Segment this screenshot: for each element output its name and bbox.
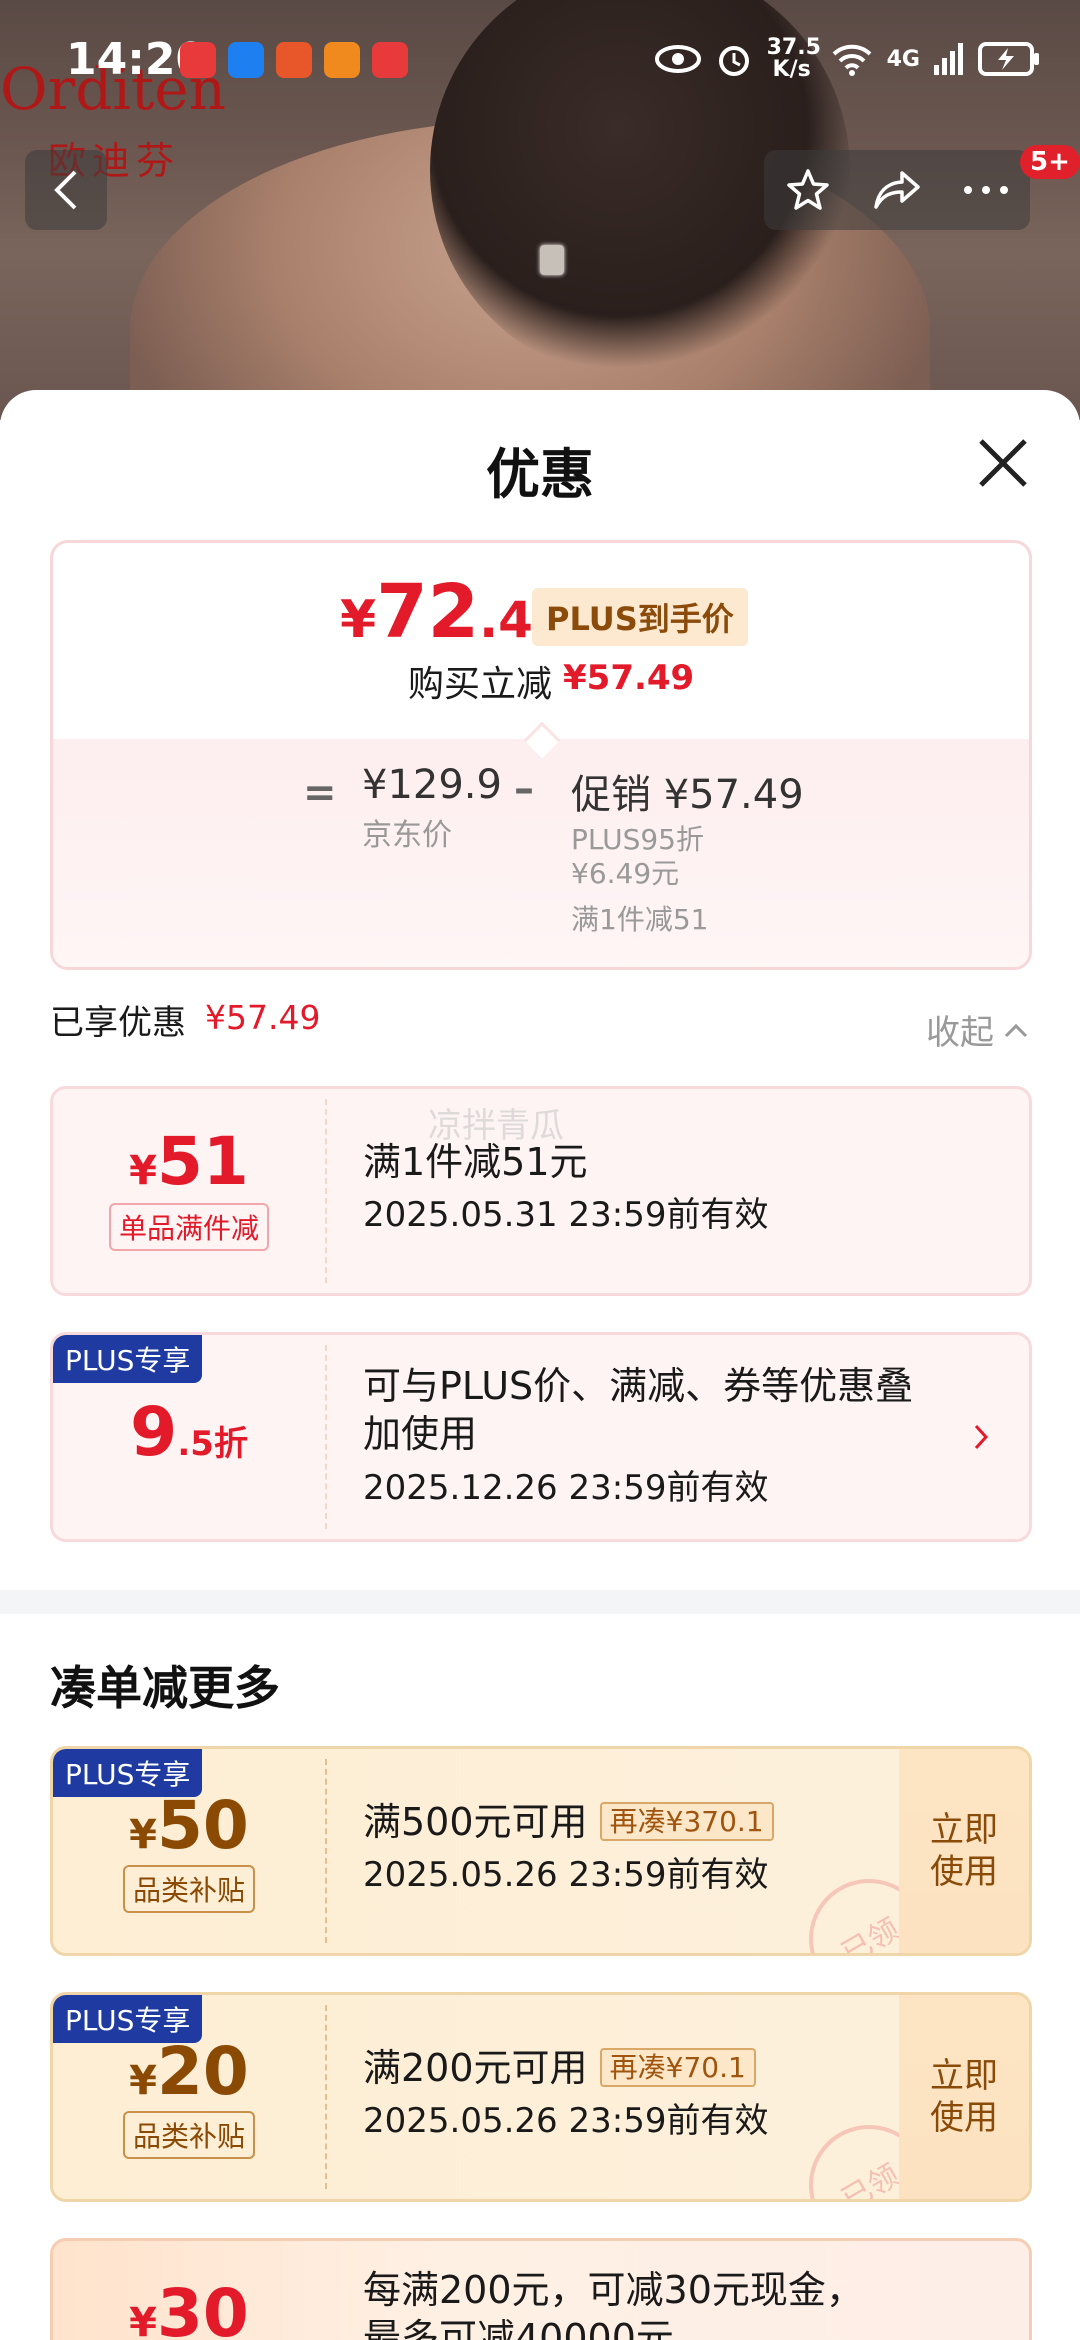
plus-price-tag: PLUS到手价 (532, 588, 748, 646)
promo-value: 促销 ¥57.49 (571, 772, 804, 818)
cash-coupon-card: ¥30 每满200元，可减30元现金， 最多可减40000元 (50, 2238, 1032, 2340)
huawei-mall-icon (372, 42, 408, 78)
battery-charging-icon (978, 42, 1039, 76)
coupon-category-tag: 品类补贴 (122, 2111, 255, 2159)
eye-icon (654, 45, 701, 73)
notification-badge: 5+ (1020, 145, 1080, 179)
alarm-icon (718, 46, 749, 76)
subsidy-coupon-card: PLUS专享 ¥20 品类补贴 满200元可用 再凑¥70.1 2025.05.… (50, 1992, 1032, 2202)
enjoyed-discount-label: 已享优惠 (50, 1003, 186, 1043)
top-action-group (764, 150, 1030, 230)
coupon-date: 2025.12.26 23:59前有效 (363, 1468, 769, 1508)
minus-sign: – (514, 766, 534, 812)
enjoyed-discount-value: ¥57.49 (205, 998, 321, 1037)
chevron-up-icon (1004, 1023, 1028, 1037)
coupon-date: 2025.05.31 23:59前有效 (363, 1194, 769, 1235)
promo-full-reduction: 满1件减51 (571, 903, 709, 936)
coupon-title: 满500元可用 (363, 1800, 588, 1844)
use-now-button[interactable]: 立即使用 (899, 1995, 1029, 2199)
coupon-amount: ¥50 (129, 1787, 249, 1864)
remaining-amount-tag: 再凑¥70.1 (599, 2048, 756, 2087)
coupon-date: 2025.05.26 23:59前有效 (363, 1854, 769, 1895)
promo-plus-amount: ¥6.49元 (571, 857, 680, 890)
back-button[interactable] (25, 150, 107, 230)
sheet-title: 优惠 (486, 443, 594, 506)
coupon-date: 2025.05.26 23:59前有效 (363, 2100, 769, 2141)
coupon-title: 可与PLUS价、满减、券等优惠叠加使用 (363, 1364, 914, 1456)
collapse-label: 收起 (926, 1013, 994, 1053)
wifi-icon (832, 44, 872, 76)
manga-app-icon (276, 42, 312, 78)
signal-label: 4G (886, 46, 920, 72)
chevron-left-icon (54, 170, 77, 210)
status-bar: 14:20 37.5 K/s 4G (0, 0, 1080, 120)
coupon-amount: ¥30 (129, 2275, 249, 2340)
remaining-amount-tag: 再凑¥370.1 (599, 1802, 774, 1841)
use-now-button[interactable]: 立即使用 (899, 1749, 1029, 1953)
coupon-category-tag: 单品满件减 (108, 1203, 269, 1251)
share-icon[interactable] (872, 169, 922, 211)
coupon-title: 满200元可用 (363, 2046, 588, 2090)
coupon-amount: ¥51 (129, 1123, 249, 1200)
coupon-title: 每满200元，可减30元现金， (363, 2268, 864, 2312)
close-icon (979, 439, 1027, 487)
subsidy-coupon-card: PLUS专享 ¥50 品类补贴 满500元可用 再凑¥370.1 2025.05… (50, 1746, 1032, 1956)
jd-price: ¥129.9 (362, 762, 502, 808)
section-separator (0, 1590, 1080, 1614)
more-icon[interactable] (963, 185, 1009, 195)
chevron-right-icon (974, 1424, 989, 1450)
coupon-category-tag: 品类补贴 (122, 1865, 255, 1913)
instant-discount-label: 购买立减 (408, 664, 553, 705)
equals-sign: = (303, 770, 337, 816)
star-icon[interactable] (785, 167, 831, 213)
status-right: 37.5 K/s 4G (654, 34, 1040, 84)
instant-discount-value: ¥57.49 (563, 658, 695, 698)
watermark-text: 凉拌青瓜 (428, 1106, 564, 1146)
jd-price-label: 京东价 (362, 818, 452, 853)
coupon-amount: ¥20 (129, 2033, 249, 2110)
huawei-mall-icon (180, 42, 216, 78)
shield-app-icon (228, 42, 264, 78)
coupon-subtitle: 最多可减40000元 (363, 2315, 674, 2340)
discount-rate: 9.5折 (130, 1393, 248, 1472)
close-button[interactable] (975, 435, 1031, 491)
section-title: 凑单减更多 (50, 1661, 280, 1715)
collapse-button[interactable]: 收起 (926, 1005, 1028, 1054)
plus-discount-card[interactable]: PLUS专享 9.5折 可与PLUS价、满减、券等优惠叠加使用 2025.12.… (50, 1332, 1032, 1542)
signal-icon (934, 43, 963, 75)
taobao-app-icon (324, 42, 360, 78)
net-speed: 37.5 K/s (766, 35, 821, 82)
